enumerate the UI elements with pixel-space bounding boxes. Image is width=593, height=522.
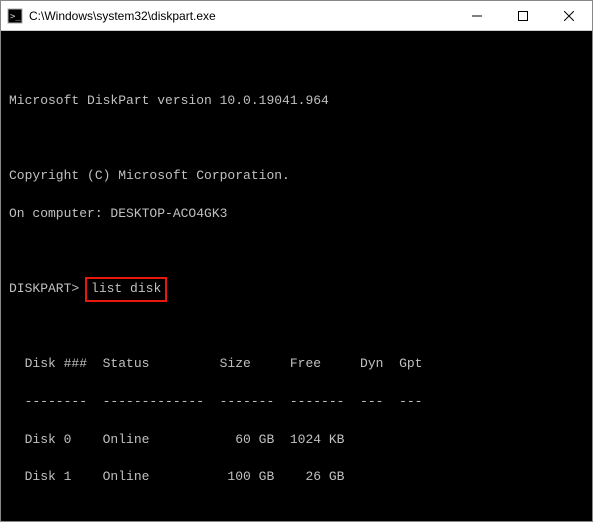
blank-line [9,54,584,73]
table-row: Disk 1 Online 100 GB 26 GB [9,468,584,487]
copyright-line: Copyright (C) Microsoft Corporation. [9,167,584,186]
computer-line: On computer: DESKTOP-ACO4GK3 [9,205,584,224]
terminal-output[interactable]: Microsoft DiskPart version 10.0.19041.96… [1,31,592,521]
table-row: Disk 0 Online 60 GB 1024 KB [9,431,584,450]
blank-line [9,129,584,148]
prompt-line: DISKPART> list disk [9,280,584,299]
titlebar[interactable]: >_ C:\Windows\system32\diskpart.exe [1,1,592,31]
command-list-disk: list disk [87,280,165,299]
minimize-button[interactable] [454,1,500,30]
maximize-button[interactable] [500,1,546,30]
window-controls [454,1,592,30]
blank-line [9,318,584,337]
table-header: Disk ### Status Size Free Dyn Gpt [9,355,584,374]
app-icon: >_ [7,8,23,24]
prompt: DISKPART> [9,281,79,296]
version-line: Microsoft DiskPart version 10.0.19041.96… [9,92,584,111]
svg-text:>_: >_ [10,12,21,22]
blank-line [9,506,584,521]
diskpart-window: >_ C:\Windows\system32\diskpart.exe Micr… [0,0,593,522]
table-divider: -------- ------------- ------- ------- -… [9,393,584,412]
blank-line [9,242,584,261]
window-title: C:\Windows\system32\diskpart.exe [29,9,454,23]
close-button[interactable] [546,1,592,30]
